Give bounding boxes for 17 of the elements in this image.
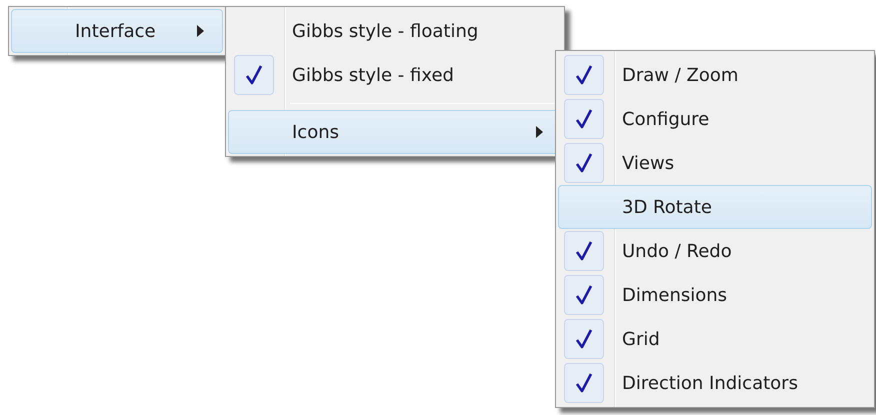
menu-item[interactable]: Dimensions (558, 273, 872, 317)
submenu-item[interactable]: Interface (11, 9, 223, 53)
checkmark-icon (564, 363, 604, 403)
checkmark-icon (564, 231, 604, 271)
menu-item[interactable]: 3D Rotate (558, 185, 872, 229)
checkmark-icon (564, 143, 604, 183)
menu-item[interactable]: Grid (558, 317, 872, 361)
checkmark-icon (564, 275, 604, 315)
checkmark-icon (564, 99, 604, 139)
menu-item[interactable]: Gibbs style - floating (228, 9, 562, 53)
checkmark-icon (564, 55, 604, 95)
menu-item[interactable]: Direction Indicators (558, 361, 872, 405)
menu-item[interactable]: Undo / Redo (558, 229, 872, 273)
submenu-arrow-icon (197, 25, 204, 37)
checkmark-icon (564, 319, 604, 359)
submenu-arrow-icon (536, 126, 543, 138)
checkmark-icon (234, 55, 274, 95)
